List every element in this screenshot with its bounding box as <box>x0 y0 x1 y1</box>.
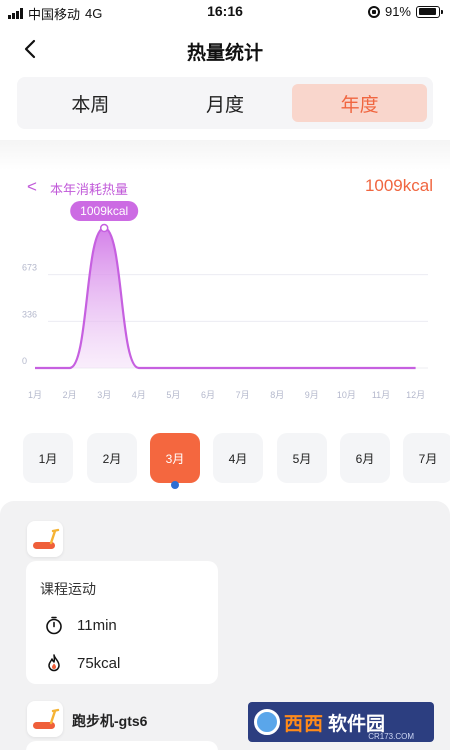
month-button[interactable]: 7月 <box>403 433 450 483</box>
chart-total: 1009kcal <box>364 176 433 195</box>
y-tick-label: 0 <box>22 356 27 366</box>
nav-bar: 热量统计 <box>0 28 450 72</box>
flame-icon <box>48 654 60 672</box>
calories-row: 75kcal <box>44 652 120 674</box>
series-area <box>35 228 416 368</box>
watermark-brand-main: 西西 <box>284 713 325 735</box>
month-button[interactable]: 2月 <box>87 433 137 483</box>
tab-month[interactable]: 月度 <box>158 84 293 122</box>
watermark-logo-icon <box>254 709 280 735</box>
site-watermark: 西西 软件园 CR173.COM <box>248 702 434 742</box>
chart-back-icon[interactable]: < <box>27 177 37 197</box>
period-tabs: 本周 月度 年度 <box>17 77 433 129</box>
x-tick-label: 11月 <box>372 390 390 400</box>
page-title: 热量统计 <box>186 43 263 64</box>
x-tick-label: 10月 <box>337 390 356 400</box>
x-tick-label: 8月 <box>270 390 284 400</box>
stopwatch-icon <box>46 616 62 635</box>
x-tick-label: 5月 <box>166 390 180 400</box>
watermark-url: CR173.COM <box>368 732 414 741</box>
status-right: 91% <box>367 4 443 19</box>
duration-value: 11min <box>77 616 117 634</box>
x-tick-label: 9月 <box>305 390 319 400</box>
section-divider <box>0 140 450 170</box>
calories-value: 75kcal <box>77 654 121 672</box>
record-card[interactable] <box>26 741 218 750</box>
treadmill-icon <box>27 701 63 737</box>
battery-percent: 91% <box>384 4 411 19</box>
x-tick-label: 12月 <box>406 390 425 400</box>
tab-year[interactable]: 年度 <box>292 84 428 122</box>
month-button[interactable]: 1月 <box>23 433 73 483</box>
x-tick-label: 2月 <box>63 390 77 400</box>
x-tick-label: 1月 <box>28 390 42 400</box>
tooltip-label: 1009kcal <box>80 204 128 218</box>
record-title: 课程运动 <box>40 581 96 597</box>
month-button[interactable]: 3月 <box>150 433 200 483</box>
y-tick-label: 673 <box>22 263 37 273</box>
rotation-lock-icon <box>367 5 380 18</box>
data-point <box>99 223 109 233</box>
status-bar: 中国移动 4G 16:16 91% <box>0 0 450 24</box>
x-tick-label: 4月 <box>132 390 146 400</box>
duration-row: 11min <box>44 614 117 636</box>
y-tick-label: 336 <box>22 309 37 319</box>
x-tick-label: 6月 <box>201 390 215 400</box>
calorie-chart: 0 336 673 1月 2月 3月 4月 5月 6月 7月 8月 9月 10月 11月 12月 1009kc… <box>22 201 428 400</box>
x-tick-label: 7月 <box>236 390 250 400</box>
device-name: 跑步机-gts6 <box>72 713 148 729</box>
month-button[interactable]: 5月 <box>277 433 327 483</box>
selected-month-indicator <box>171 481 179 489</box>
treadmill-icon <box>27 521 63 557</box>
month-button[interactable]: 4月 <box>213 433 263 483</box>
tab-week[interactable]: 本周 <box>23 84 158 122</box>
month-button[interactable]: 6月 <box>340 433 390 483</box>
month-selector: 1月 2月 3月 4月 5月 6月 7月 <box>0 433 450 489</box>
battery-icon <box>416 5 443 18</box>
x-tick-label: 3月 <box>97 390 111 400</box>
